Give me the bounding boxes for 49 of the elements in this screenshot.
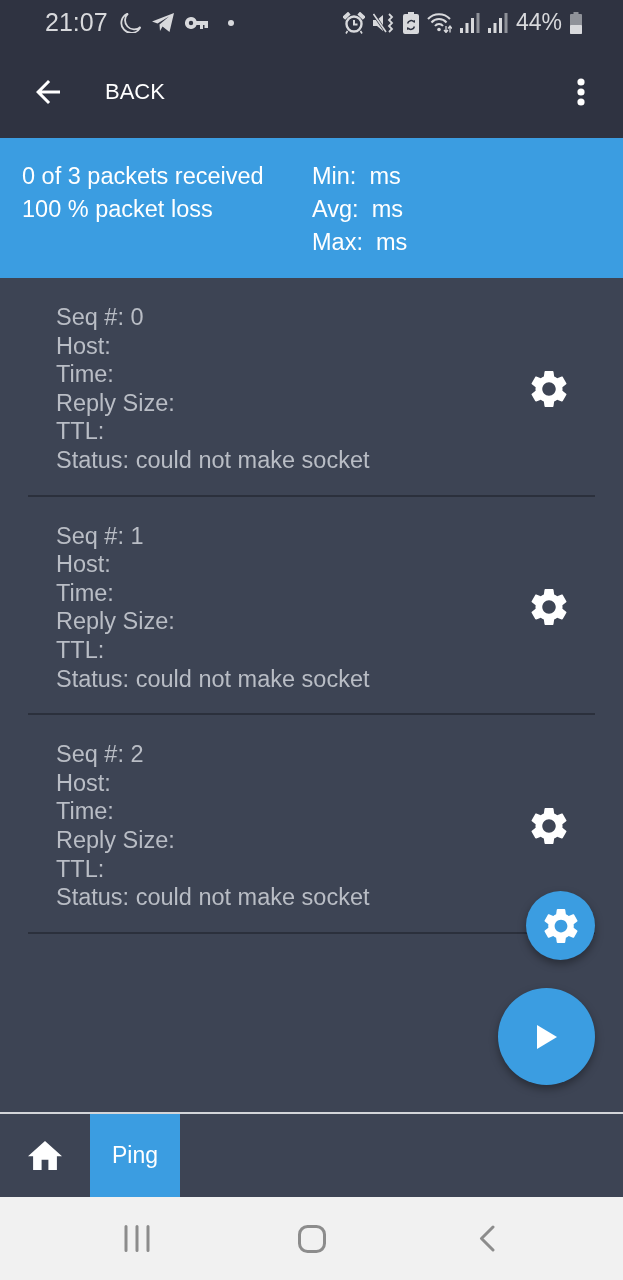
ttl-text: TTL: [56, 417, 105, 446]
dot-icon [227, 19, 234, 26]
host-text: Host: [56, 768, 111, 798]
back-chevron-icon[interactable] [478, 1225, 495, 1252]
clock-text: 21:07 [45, 10, 108, 35]
packet-loss-text: 100 % packet loss [22, 195, 213, 224]
time-text: Time: [56, 797, 114, 826]
play-icon [536, 1024, 557, 1049]
battery-icon [570, 11, 582, 34]
key-icon [184, 16, 208, 29]
settings-button[interactable] [526, 891, 595, 960]
settings-icon[interactable] [531, 589, 567, 626]
status-text: Status: could not make socket [56, 664, 370, 694]
signal-icon [459, 12, 480, 33]
status-text: Status: could not make socket [56, 445, 370, 475]
reply-size-text: Reply Size: [56, 607, 175, 636]
host-text: Host: [56, 550, 111, 579]
settings-icon [543, 908, 578, 943]
max-time-text: Max: ms [312, 228, 408, 257]
back-button[interactable]: BACK [34, 78, 165, 105]
packets-received-text: 0 of 3 packets received [22, 162, 264, 191]
reply-size-text: Reply Size: [56, 825, 175, 855]
min-time-text: Min: ms [312, 162, 401, 191]
ttl-text: TTL: [56, 854, 105, 884]
seq-number-text: Seq #: 0 [56, 303, 144, 332]
status-text: Status: could not make socket [56, 883, 370, 912]
speaker-mute-icon [372, 11, 395, 34]
seq-number-text: Seq #: 2 [56, 740, 144, 769]
ttl-text: TTL: [56, 635, 105, 665]
time-text: Time: [56, 360, 114, 389]
battery-recycle-icon [402, 11, 419, 34]
battery-percent-text: 44% [515, 11, 562, 34]
home-button-icon[interactable] [297, 1224, 326, 1253]
recent-apps-icon[interactable] [123, 1225, 150, 1252]
signal-icon [487, 12, 508, 33]
host-text: Host: [56, 331, 111, 361]
settings-icon[interactable] [531, 807, 567, 844]
paper-plane-icon [151, 13, 174, 32]
more-menu-icon[interactable] [577, 77, 585, 106]
wifi-icon [426, 12, 452, 33]
moon-icon [119, 12, 141, 33]
home-icon [28, 1141, 62, 1170]
arrow-left-icon [34, 79, 62, 104]
alarm-clock-icon [342, 11, 365, 34]
time-text: Time: [56, 578, 114, 608]
reply-size-text: Reply Size: [56, 388, 175, 418]
avg-time-text: Avg: ms [312, 195, 403, 224]
settings-icon[interactable] [531, 370, 567, 407]
seq-number-text: Seq #: 1 [56, 521, 144, 551]
